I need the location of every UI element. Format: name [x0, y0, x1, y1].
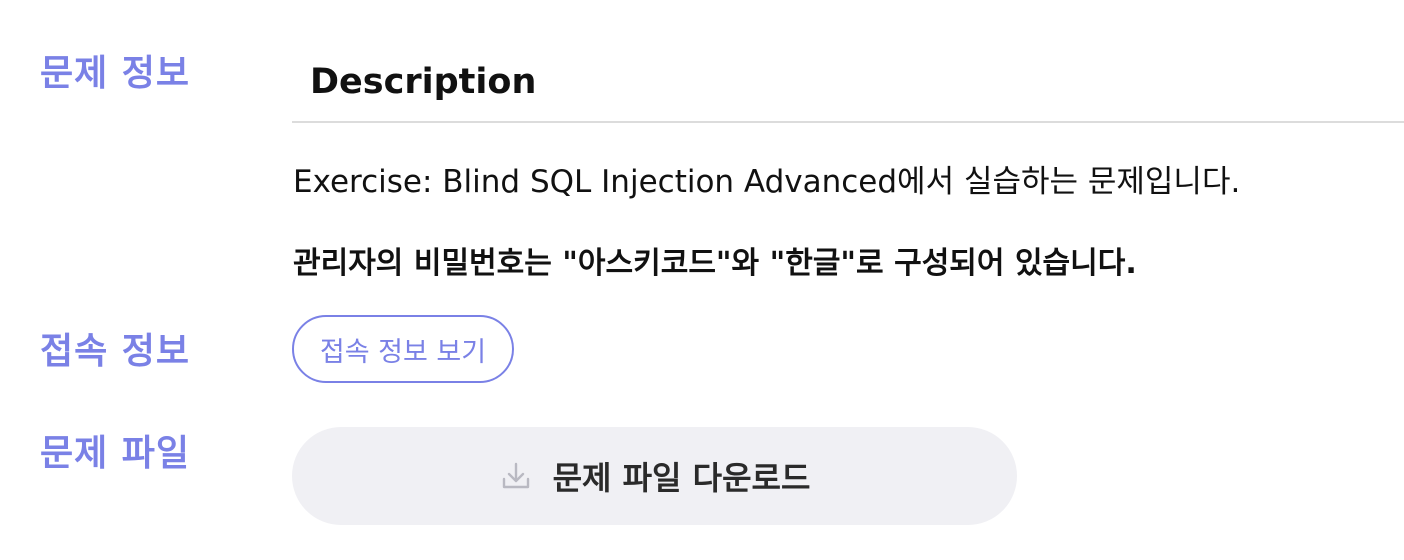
section-label-problem-info: 문제 정보	[40, 53, 191, 94]
description-divider	[292, 121, 1404, 123]
download-problem-file-button[interactable]: 문제 파일 다운로드	[292, 427, 1017, 525]
section-label-connection-info: 접속 정보	[40, 331, 191, 372]
download-problem-file-label: 문제 파일 다운로드	[552, 459, 811, 497]
description-text: Exercise: Blind SQL Injection Advanced에서…	[293, 164, 1241, 200]
challenge-info-page: 문제 정보 Description Exercise: Blind SQL In…	[0, 0, 1404, 560]
download-icon	[499, 459, 533, 493]
description-bold-text: 관리자의 비밀번호는 "아스키코드"와 "한글"로 구성되어 있습니다.	[293, 246, 1137, 281]
description-heading: Description	[310, 62, 537, 102]
view-connection-info-label: 접속 정보 보기	[319, 336, 487, 368]
section-label-problem-file: 문제 파일	[40, 433, 191, 474]
view-connection-info-button[interactable]: 접속 정보 보기	[292, 315, 514, 383]
